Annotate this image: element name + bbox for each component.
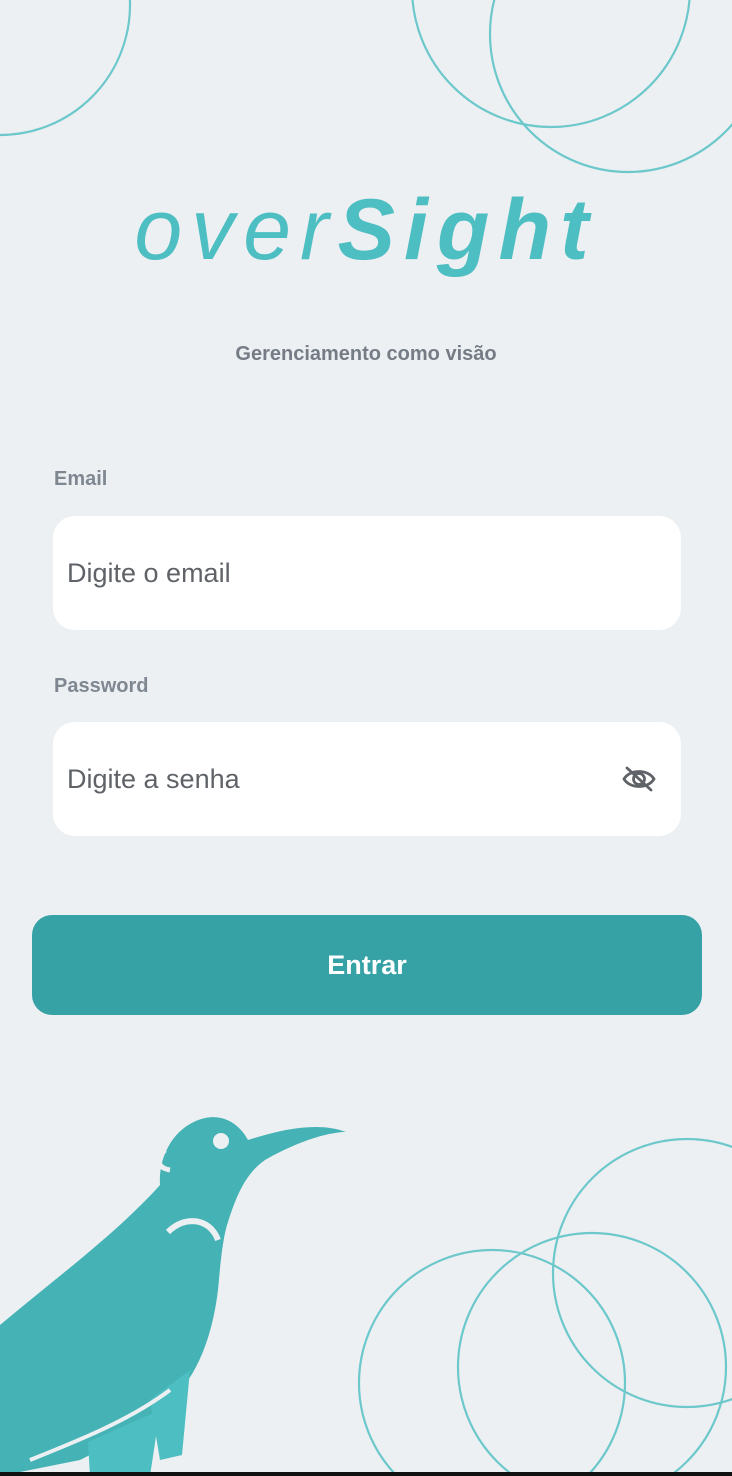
decorative-circle [551, 1137, 732, 1409]
password-label: Password [54, 675, 149, 697]
decorative-circle [488, 0, 732, 174]
password-visibility-toggle[interactable] [619, 759, 659, 799]
email-label: Email [54, 468, 108, 490]
logo-text-sight: Sight [337, 182, 598, 278]
app-logo: overSight [0, 180, 732, 280]
tagline: Gerenciamento como visão [235, 343, 497, 365]
decorative-circle [411, 0, 691, 129]
decorative-circle [0, 0, 132, 137]
logo-text-over: over [134, 182, 338, 278]
email-field-container [53, 516, 681, 630]
decorative-circle [357, 1248, 627, 1476]
decorative-circle [456, 1231, 728, 1476]
eye-off-icon [622, 766, 656, 792]
login-screen: overSight Gerenciamento como visão Email… [0, 0, 732, 1476]
bottom-edge [0, 1472, 732, 1476]
password-field-container [53, 722, 681, 836]
email-input[interactable] [67, 543, 667, 603]
submit-button[interactable]: Entrar [32, 915, 702, 1015]
password-input[interactable] [67, 749, 619, 809]
bird-illustration [0, 1117, 346, 1476]
